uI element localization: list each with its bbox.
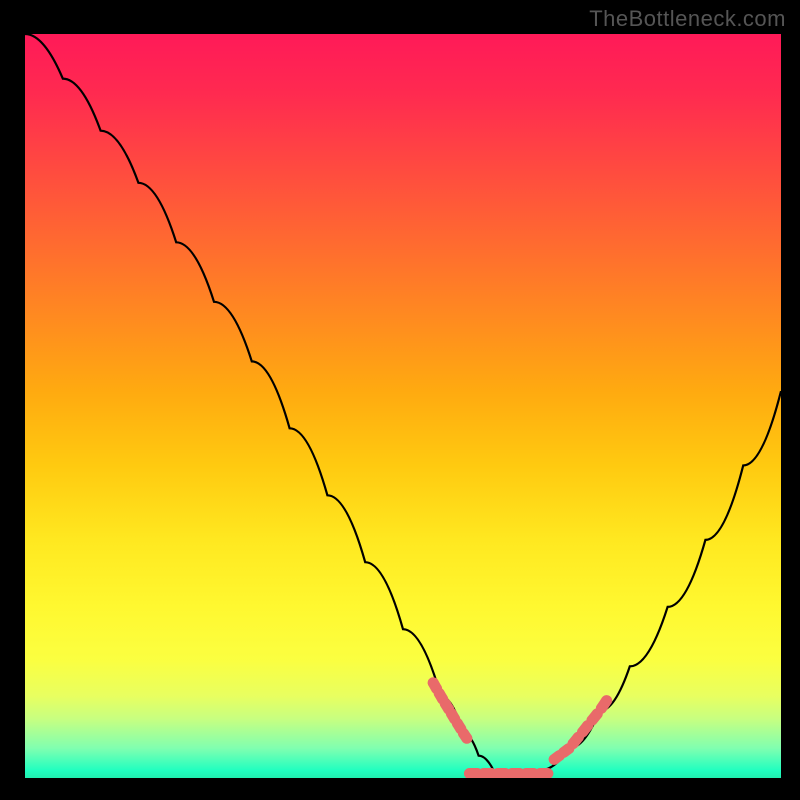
watermark-text: TheBottleneck.com — [589, 6, 786, 32]
chart-overlay — [25, 34, 781, 778]
curve-markers — [428, 678, 612, 778]
chart-container — [25, 34, 781, 778]
bottleneck-curve-line — [25, 34, 781, 778]
